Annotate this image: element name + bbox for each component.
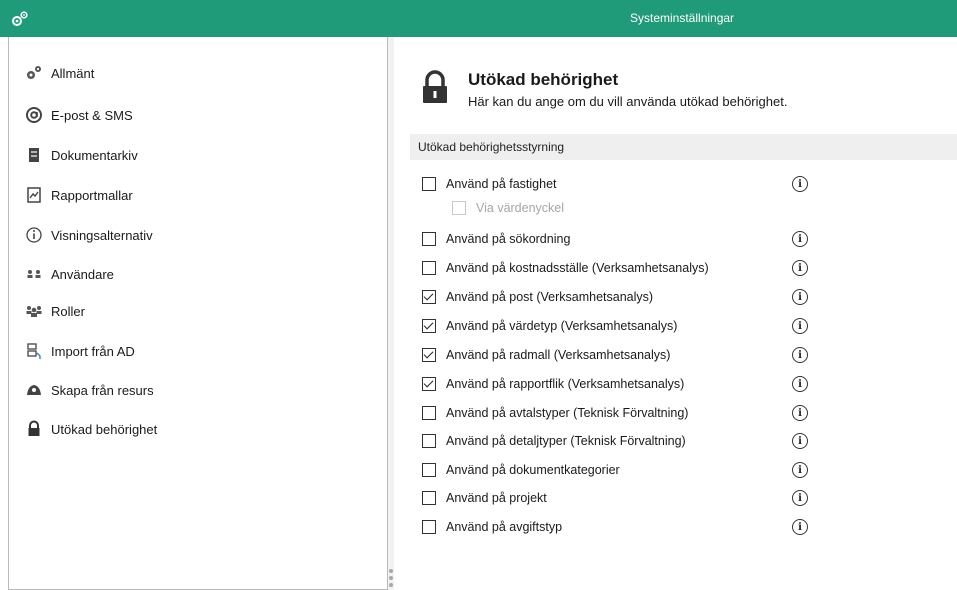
sidebar-item-rapportmallar[interactable]: Rapportmallar [25,184,133,206]
sidebar-item-anvandare[interactable]: Användare [25,263,114,285]
sidebar-item-label: Visningsalternativ [51,227,153,243]
splitter-grip-dot [389,569,393,573]
checkbox[interactable] [422,491,436,505]
info-icon[interactable]: i [792,490,808,506]
option-vardetyp[interactable]: Använd på värdetyp (Verksamhetsanalys) [422,316,677,336]
option-radmall[interactable]: Använd på radmall (Verksamhetsanalys) [422,345,670,365]
option-rapportflik[interactable]: Använd på rapportflik (Verksamhetsanalys… [422,374,684,394]
resource-icon [25,381,43,399]
page-description: Här kan du ange om du vill använda utöka… [468,94,788,109]
option-label: Via värdenyckel [476,201,565,215]
option-fastighet[interactable]: Använd på fastighet [422,174,557,194]
checkbox[interactable] [452,201,466,215]
sidebar-item-roller[interactable]: Roller [25,300,85,322]
settings-sidebar: Allmänt E-post & SMS Dokumentarkiv Rappo… [8,37,388,590]
checkbox[interactable] [422,319,436,333]
sidebar-item-epost-sms[interactable]: E-post & SMS [25,104,133,126]
archive-icon [25,146,43,164]
option-via-vardenyckel[interactable]: Via värdenyckel [452,198,564,218]
sidebar-item-utokad-behorighet[interactable]: Utökad behörighet [25,418,157,440]
checkbox[interactable] [422,348,436,362]
option-label: Använd på sökordning [446,232,571,246]
option-label: Använd på projekt [446,491,547,505]
lock-icon [423,70,447,103]
checkbox[interactable] [422,177,436,191]
option-post[interactable]: Använd på post (Verksamhetsanalys) [422,287,653,307]
sidebar-item-visningsalternativ[interactable]: Visningsalternativ [25,224,153,246]
checkbox[interactable] [422,406,436,420]
checkbox[interactable] [422,290,436,304]
info-icon[interactable]: i [792,462,808,478]
option-detaljtyper[interactable]: Använd på detaljtyper (Teknisk Förvaltni… [422,431,686,451]
option-avgiftstyp[interactable]: Använd på avgiftstyp [422,517,562,537]
info-icon[interactable]: i [792,347,808,363]
info-icon[interactable]: i [792,376,808,392]
checkbox[interactable] [422,434,436,448]
option-label: Använd på radmall (Verksamhetsanalys) [446,348,671,362]
settings-content: Utökad behörighet Här kan du ange om du … [394,37,957,590]
info-icon[interactable]: i [792,260,808,276]
checkbox[interactable] [422,232,436,246]
sidebar-item-label: Användare [51,266,114,282]
option-label: Använd på avtalstyper (Teknisk Förvaltni… [446,406,689,420]
option-label: Använd på fastighet [446,177,557,191]
sidebar-item-label: Skapa från resurs [51,382,154,398]
option-kostnadsstalle[interactable]: Använd på kostnadsställe (Verksamhetsana… [422,258,709,278]
info-icon[interactable]: i [792,176,808,192]
sidebar-item-label: Utökad behörighet [51,421,158,437]
sidebar-item-label: Import från AD [51,343,135,359]
option-label: Använd på rapportflik (Verksamhetsanalys… [446,377,685,391]
sidebar-item-label: Roller [51,303,85,319]
sidebar-item-skapa-fran-resurs[interactable]: Skapa från resurs [25,379,154,401]
import-ad-icon [25,342,43,360]
option-label: Använd på kostnadsställe (Verksamhetsana… [446,261,709,275]
option-avtalstyper[interactable]: Använd på avtalstyper (Teknisk Förvaltni… [422,403,688,423]
page-title: Utökad behörighet [468,70,619,89]
roles-icon [25,302,43,320]
splitter-grip-dot [389,583,393,587]
sidebar-item-label: Rapportmallar [51,187,133,203]
option-sokordning[interactable]: Använd på sökordning [422,229,570,249]
lock-icon [25,420,43,438]
sidebar-item-label: Dokumentarkiv [51,147,138,163]
info-icon[interactable]: i [792,289,808,305]
info-circle-icon [25,226,43,244]
info-icon[interactable]: i [792,231,808,247]
users-icon [25,265,43,283]
at-icon [25,106,43,124]
window-title: Systeminställningar [630,11,735,25]
info-icon[interactable]: i [792,519,808,535]
sidebar-item-import-ad[interactable]: Import från AD [25,340,135,362]
info-icon[interactable]: i [792,405,808,421]
option-label: Använd på post (Verksamhetsanalys) [446,290,654,304]
info-icon[interactable]: i [792,433,808,449]
sidebar-item-label: E-post & SMS [51,107,133,123]
checkbox[interactable] [422,520,436,534]
report-template-icon [25,186,43,204]
option-projekt[interactable]: Använd på projekt [422,488,547,508]
splitter-grip-dot [389,576,393,580]
option-label: Använd på dokumentkategorier [446,463,620,477]
checkbox[interactable] [422,463,436,477]
info-icon[interactable]: i [792,318,808,334]
title-bar: Systeminställningar [0,0,957,37]
gears-icon [25,64,43,82]
checkbox[interactable] [422,261,436,275]
option-label: Använd på avgiftstyp [446,520,563,534]
group-header: Utökad behörighetsstyrning [410,134,957,160]
sidebar-item-allmant[interactable]: Allmänt [25,62,94,84]
option-label: Använd på värdetyp (Verksamhetsanalys) [446,319,678,333]
sidebar-item-dokumentarkiv[interactable]: Dokumentarkiv [25,144,138,166]
sidebar-item-label: Allmänt [51,65,95,81]
option-dokumentkategorier[interactable]: Använd på dokumentkategorier [422,460,620,480]
option-label: Använd på detaljtyper (Teknisk Förvaltni… [446,434,686,448]
checkbox[interactable] [422,377,436,391]
